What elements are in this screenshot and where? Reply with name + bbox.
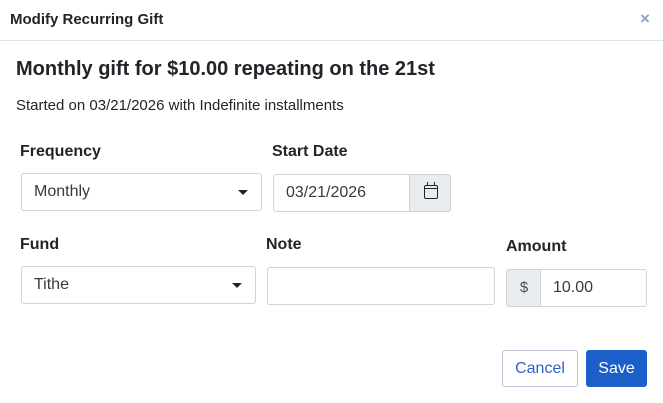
currency-prefix: $ [506, 269, 542, 307]
gift-start-info: Started on 03/21/2026 with Indefinite in… [16, 97, 344, 114]
fund-value: Tithe [34, 276, 69, 293]
gift-summary-heading: Monthly gift for $10.00 repeating on the… [16, 58, 435, 80]
modal-title: Modify Recurring Gift [10, 11, 164, 28]
modify-recurring-gift-modal: Modify Recurring Gift × Monthly gift for… [0, 0, 663, 403]
note-label: Note [266, 236, 302, 253]
frequency-label: Frequency [20, 143, 101, 160]
cancel-button[interactable]: Cancel [502, 350, 578, 387]
caret-down-icon [232, 283, 242, 288]
frequency-value: Monthly [34, 183, 91, 200]
close-icon[interactable]: × [637, 9, 653, 29]
caret-down-icon [238, 190, 248, 195]
calendar-icon [424, 182, 438, 199]
save-button[interactable]: Save [586, 350, 647, 387]
amount-label: Amount [506, 238, 567, 255]
frequency-select[interactable]: Monthly [21, 173, 262, 211]
start-date-input[interactable]: 03/21/2026 [273, 174, 411, 212]
modal-header: Modify Recurring Gift × [0, 0, 663, 41]
fund-select[interactable]: Tithe [21, 266, 256, 304]
calendar-button[interactable] [409, 174, 451, 212]
fund-label: Fund [20, 236, 60, 253]
amount-input[interactable]: 10.00 [540, 269, 647, 307]
note-input[interactable] [267, 267, 495, 305]
start-date-label: Start Date [272, 143, 348, 160]
